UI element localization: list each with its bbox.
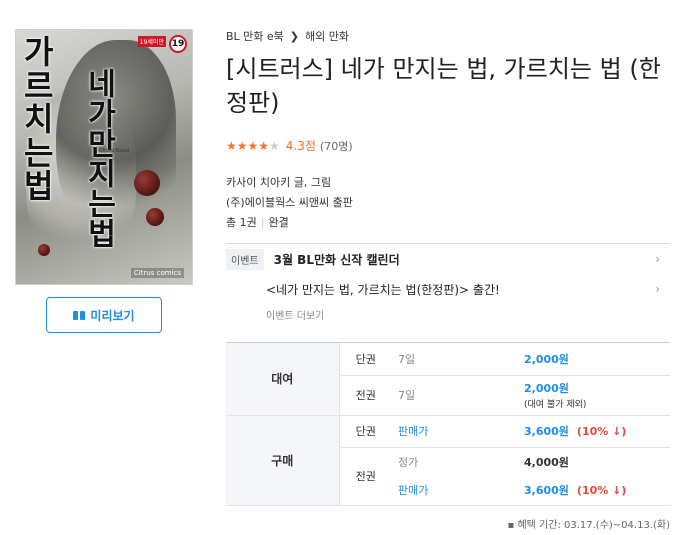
publisher[interactable]: (주)에이블웍스 씨앤씨 출판 bbox=[226, 194, 353, 210]
chevron-right-icon: ❯ bbox=[289, 29, 300, 43]
buy-full-list-price: 4,000원 bbox=[524, 455, 569, 469]
event-tag: 이벤트 bbox=[226, 248, 264, 270]
buy-full-list-label: 정가 bbox=[398, 455, 419, 469]
age-label: 19세미만 bbox=[137, 36, 166, 47]
buy-label: 구매 bbox=[226, 415, 339, 506]
cover-title-left: 가르치는법 bbox=[24, 33, 54, 206]
single-label: 단권 bbox=[338, 343, 392, 376]
full-label: 전권 bbox=[338, 447, 392, 506]
full-label: 전권 bbox=[338, 375, 392, 416]
book-cover[interactable]: 가르치는법 네가만지는법 Chiaki Kasai 19세미만 19 Citru… bbox=[15, 29, 193, 285]
book-title: [시트러스] 네가 만지는 법, 가르치는 법 (한정판) bbox=[226, 55, 661, 117]
volume-status: 완결 bbox=[268, 216, 289, 229]
single-label: 단권 bbox=[338, 415, 392, 448]
cover-author-en: Chiaki Kasai bbox=[98, 148, 130, 154]
rating-count: (70명) bbox=[319, 139, 353, 153]
discount-badge: (10% ↓) bbox=[576, 484, 627, 498]
breadcrumb: BL 만화 e북 ❯ 해외 만화 bbox=[226, 28, 349, 44]
chevron-right-icon: › bbox=[655, 252, 660, 266]
buy-full-sale-label: 판매가 bbox=[392, 476, 524, 506]
author[interactable]: 카사이 치아키 글, 그림 bbox=[226, 174, 331, 190]
chevron-right-icon: › bbox=[655, 282, 660, 296]
rating[interactable]: ★★★★★ 4.3점 (70명) bbox=[226, 137, 353, 154]
discount-badge: (10% ↓) bbox=[576, 425, 627, 438]
rent-single-period: 7일 bbox=[392, 343, 524, 376]
benefit-period: ▪ 혜택 기간: 03.17.(수)~04.13.(화) bbox=[507, 520, 671, 531]
cover-title-right: 네가만지는법 bbox=[81, 68, 116, 248]
rating-score: 4.3점 bbox=[285, 139, 316, 153]
book-open-icon bbox=[73, 310, 86, 320]
cover-cherry bbox=[146, 208, 164, 226]
buy-single-price: 3,600원 (10% ↓) bbox=[524, 415, 670, 448]
buy-single-label: 판매가 bbox=[392, 415, 524, 448]
cover-brand: Citrus comics bbox=[130, 268, 184, 278]
event-item[interactable]: 이벤트 3월 BL만화 신작 캘린더 › bbox=[226, 244, 670, 274]
volume-total: 총 1권 bbox=[226, 216, 257, 229]
event-more-link[interactable]: 이벤트 더보기 bbox=[226, 304, 670, 324]
breadcrumb-category[interactable]: BL 만화 e북 bbox=[226, 28, 284, 44]
rent-full-price: 2,000원 (대여 불가 제외) bbox=[524, 375, 670, 416]
breadcrumb-subcategory[interactable]: 해외 만화 bbox=[305, 28, 349, 44]
age-19-badge: 19 bbox=[169, 35, 187, 53]
event-title: 3월 BL만화 신작 캘린더 bbox=[273, 252, 400, 267]
rent-single-price: 2,000원 bbox=[524, 343, 670, 376]
rent-full-note: (대여 불가 제외) bbox=[524, 400, 587, 410]
rent-full-period: 7일 bbox=[392, 375, 524, 416]
cover-cherry bbox=[134, 170, 160, 196]
preview-button[interactable]: 미리보기 bbox=[46, 297, 162, 333]
event-section: 이벤트 3월 BL만화 신작 캘린더 › <네가 만지는 법, 가르치는 법(한… bbox=[226, 243, 670, 324]
buy-full-sale-price: 3,600원 (10% ↓) bbox=[524, 476, 670, 506]
event-title: <네가 만지는 법, 가르치는 법(한정판)> 출간! bbox=[266, 282, 500, 297]
event-item[interactable]: <네가 만지는 법, 가르치는 법(한정판)> 출간! › bbox=[226, 274, 670, 304]
star-rating-icon: ★★★★★ bbox=[226, 138, 280, 153]
volume-info: 총 1권 | 완결 bbox=[226, 216, 289, 229]
rent-label: 대여 bbox=[226, 343, 339, 416]
price-table: 대여 단권 7일 2,000원 전권 7일 2,000원 (대여 불가 제외) … bbox=[226, 342, 670, 506]
preview-label: 미리보기 bbox=[90, 308, 135, 323]
cover-cherry bbox=[38, 244, 50, 256]
